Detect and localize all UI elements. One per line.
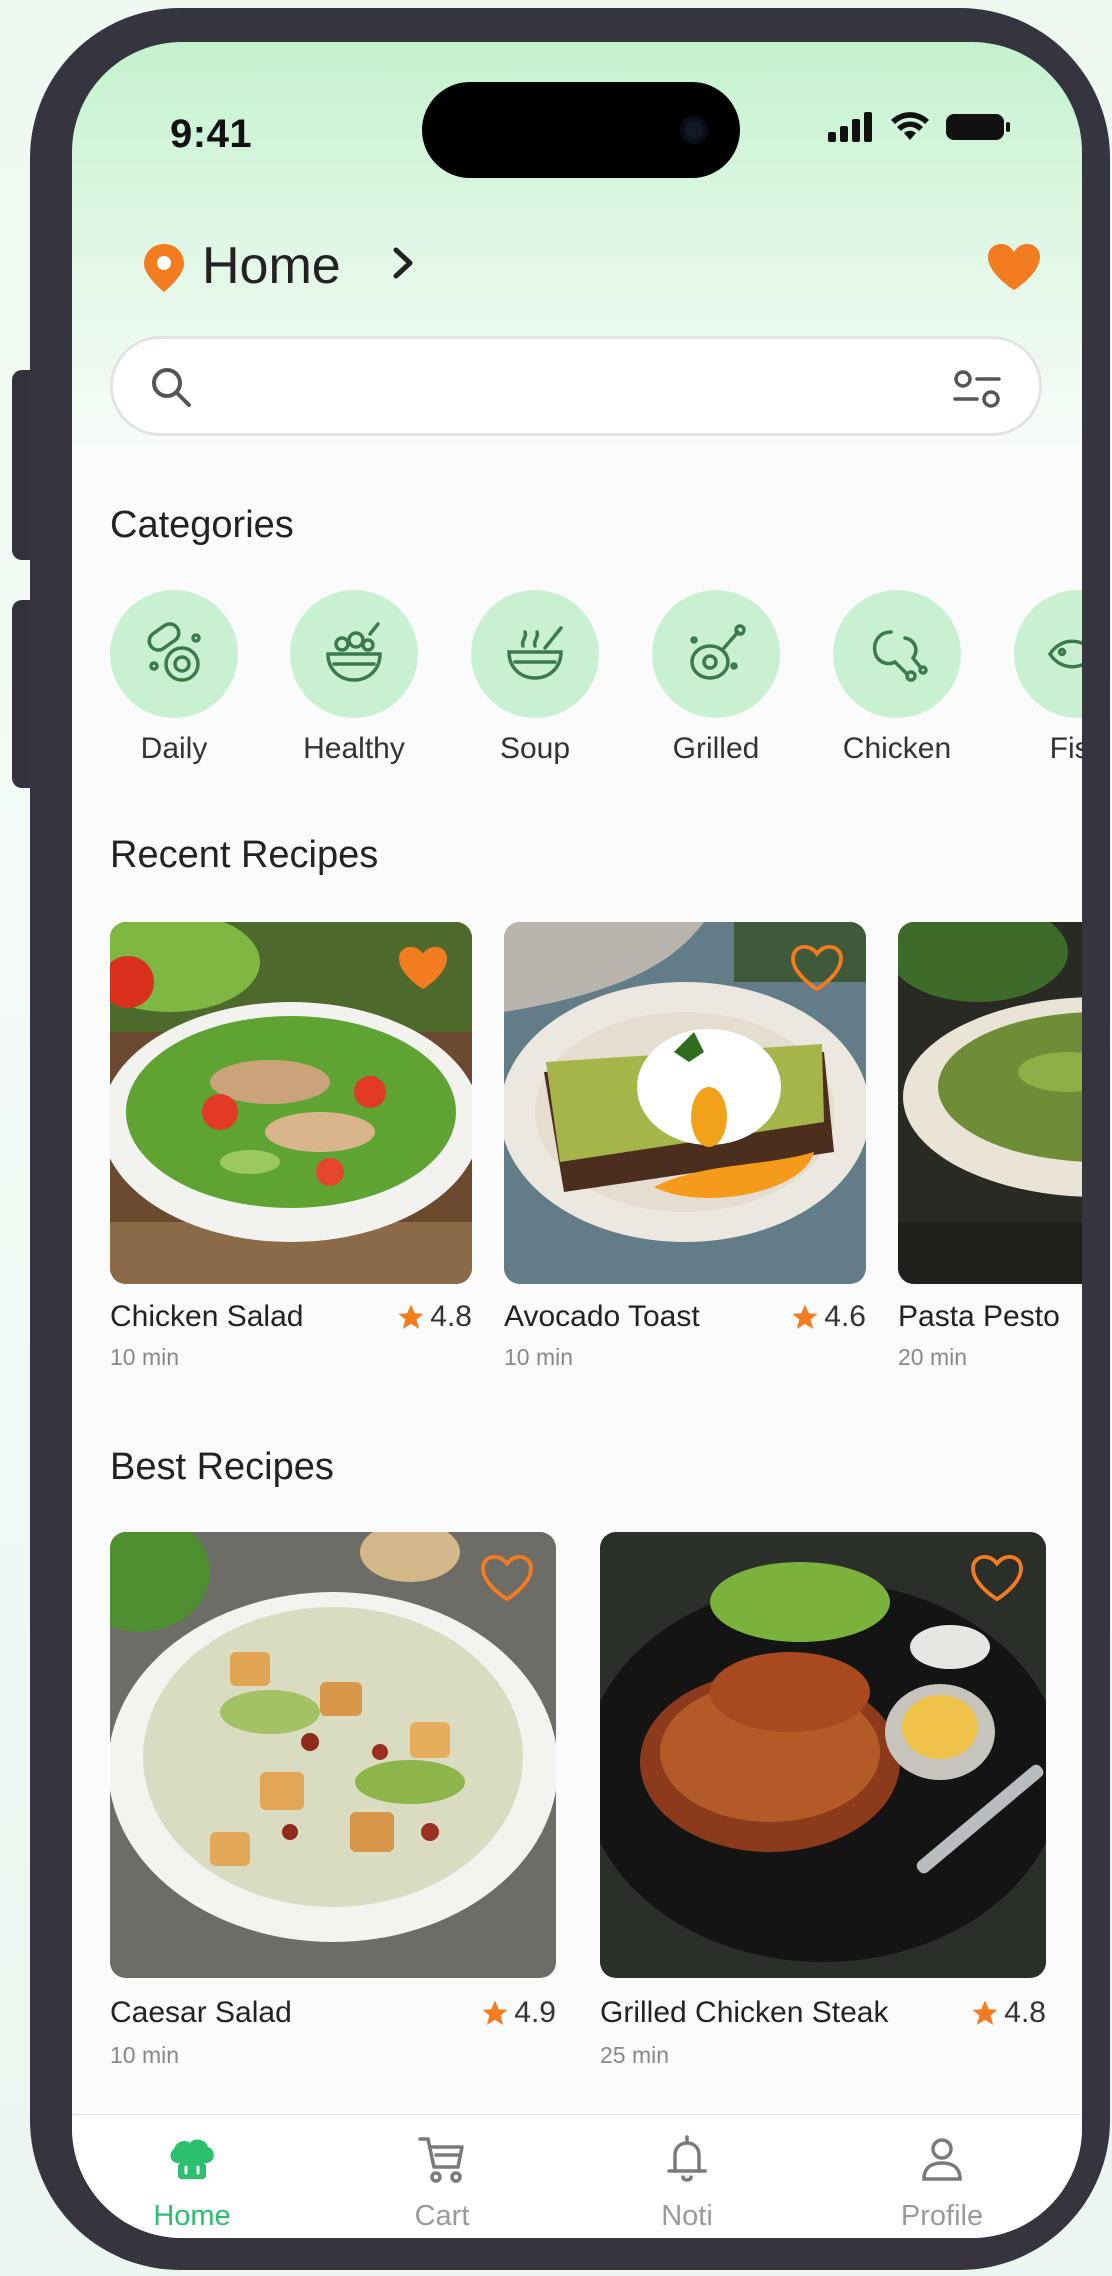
nav-home[interactable]: Home bbox=[112, 2133, 272, 2233]
nav-label: Cart bbox=[414, 2200, 470, 2232]
recipe-time: 10 min bbox=[504, 1344, 574, 1370]
salad-bowl-icon bbox=[290, 590, 418, 718]
nav-label: Noti bbox=[661, 2200, 713, 2232]
grilled-meat-icon bbox=[652, 590, 780, 718]
recipe-rating: 4.8 bbox=[396, 1300, 472, 1334]
bottom-navigation: Home Cart Noti Profile bbox=[72, 2114, 1082, 2238]
star-icon bbox=[482, 2000, 508, 2025]
bell-icon bbox=[667, 2135, 707, 2182]
recipe-rating: 4.6 bbox=[790, 1300, 866, 1334]
recipe-image[interactable] bbox=[600, 1532, 1046, 1978]
recipe-name: Caesar Salad bbox=[110, 1996, 292, 2029]
rating-value: 4.8 bbox=[430, 1300, 472, 1333]
user-icon bbox=[922, 2138, 962, 2181]
categories-list: Daily Healthy Soup Grilled Chicken Fi bbox=[110, 590, 1082, 770]
star-icon bbox=[972, 2000, 998, 2025]
category-soup[interactable]: Soup bbox=[471, 590, 599, 766]
category-label: Healthy bbox=[303, 732, 405, 765]
best-recipes-title: Best Recipes bbox=[110, 1446, 334, 1488]
star-icon bbox=[398, 1304, 424, 1329]
app-screen: 9:41 Home Categories Daily Healthy Soup … bbox=[72, 42, 1082, 2238]
recipe-name: Grilled Chicken Steak bbox=[600, 1996, 889, 2029]
nav-profile[interactable]: Profile bbox=[862, 2133, 1022, 2233]
recipe-image[interactable] bbox=[898, 922, 1082, 1284]
recipe-card-pasta-pesto[interactable]: Pasta Pesto 20 min bbox=[898, 922, 1082, 1370]
category-fish[interactable]: Fish bbox=[1014, 590, 1082, 766]
chicken-leg-icon bbox=[833, 590, 961, 718]
daily-food-icon bbox=[110, 590, 238, 718]
star-icon bbox=[792, 1304, 818, 1329]
nav-label: Home bbox=[153, 2200, 231, 2232]
recipe-card-avocado-toast[interactable]: Avocado Toast 4.6 10 min bbox=[504, 922, 866, 1370]
location-pin-icon[interactable] bbox=[142, 242, 186, 294]
favorite-heart-icon[interactable] bbox=[790, 944, 844, 992]
location-title[interactable]: Home bbox=[202, 236, 341, 296]
category-label: Soup bbox=[499, 732, 571, 765]
favorite-heart-icon[interactable] bbox=[396, 944, 450, 992]
rating-value: 4.8 bbox=[1004, 1996, 1046, 2029]
recipe-image[interactable] bbox=[110, 922, 472, 1284]
recent-recipes-title: Recent Recipes bbox=[110, 834, 379, 876]
search-input[interactable] bbox=[213, 355, 913, 419]
nav-notifications[interactable]: Noti bbox=[607, 2133, 767, 2233]
status-icons bbox=[828, 112, 1012, 142]
recipe-rating: 4.8 bbox=[970, 1996, 1046, 2030]
recent-recipes-list: Chicken Salad 4.8 10 min Avocado Toast 4… bbox=[110, 922, 1082, 1370]
category-grilled[interactable]: Grilled bbox=[652, 590, 780, 766]
categories-title: Categories bbox=[110, 504, 294, 546]
recipe-rating: 4.9 bbox=[480, 1996, 556, 2030]
recipe-card-caesar-salad[interactable]: Caesar Salad 4.9 10 min bbox=[110, 1532, 556, 2068]
phone-frame: 9:41 Home Categories Daily Healthy Soup … bbox=[30, 8, 1110, 2270]
cart-icon bbox=[418, 2137, 464, 2183]
recipe-time: 10 min bbox=[110, 1344, 180, 1370]
recipe-time: 10 min bbox=[110, 2042, 180, 2068]
recipe-name: Avocado Toast bbox=[504, 1300, 700, 1333]
category-chicken[interactable]: Chicken bbox=[833, 590, 961, 766]
recipe-time: 20 min bbox=[898, 1344, 968, 1370]
filter-icon[interactable] bbox=[951, 367, 1003, 411]
category-daily[interactable]: Daily bbox=[110, 590, 238, 766]
category-label: Fish bbox=[1049, 732, 1082, 765]
rating-value: 4.9 bbox=[514, 1996, 556, 2029]
chef-hat-icon bbox=[170, 2139, 214, 2179]
camera-icon bbox=[680, 116, 708, 144]
recipe-image[interactable] bbox=[110, 1532, 556, 1978]
recipe-image[interactable] bbox=[504, 922, 866, 1284]
category-label: Daily bbox=[140, 732, 208, 765]
recipe-time: 25 min bbox=[600, 2042, 670, 2068]
favorite-heart-icon[interactable] bbox=[970, 1554, 1024, 1602]
favorite-heart-icon[interactable] bbox=[480, 1554, 534, 1602]
favorites-heart-icon[interactable] bbox=[986, 242, 1042, 292]
recipe-card-grilled-chicken-steak[interactable]: Grilled Chicken Steak 4.8 25 min bbox=[600, 1532, 1046, 2068]
category-healthy[interactable]: Healthy bbox=[290, 590, 418, 766]
signal-icon bbox=[828, 112, 872, 142]
nav-label: Profile bbox=[900, 2200, 984, 2232]
recipe-name: Chicken Salad bbox=[110, 1300, 304, 1333]
battery-icon bbox=[946, 114, 1010, 140]
fish-icon bbox=[1014, 590, 1082, 718]
wifi-icon bbox=[891, 112, 929, 140]
status-time: 9:41 bbox=[170, 112, 253, 156]
category-label: Chicken bbox=[842, 732, 952, 765]
search-bar[interactable] bbox=[110, 336, 1042, 436]
recipe-name: Pasta Pesto bbox=[898, 1300, 1060, 1333]
rating-value: 4.6 bbox=[824, 1300, 866, 1333]
category-label: Grilled bbox=[672, 732, 760, 765]
search-icon bbox=[152, 368, 191, 407]
recipe-card-chicken-salad[interactable]: Chicken Salad 4.8 10 min bbox=[110, 922, 472, 1370]
soup-bowl-icon bbox=[471, 590, 599, 718]
nav-cart[interactable]: Cart bbox=[362, 2133, 522, 2233]
dynamic-island bbox=[422, 82, 740, 178]
chevron-right-icon[interactable] bbox=[390, 246, 416, 280]
